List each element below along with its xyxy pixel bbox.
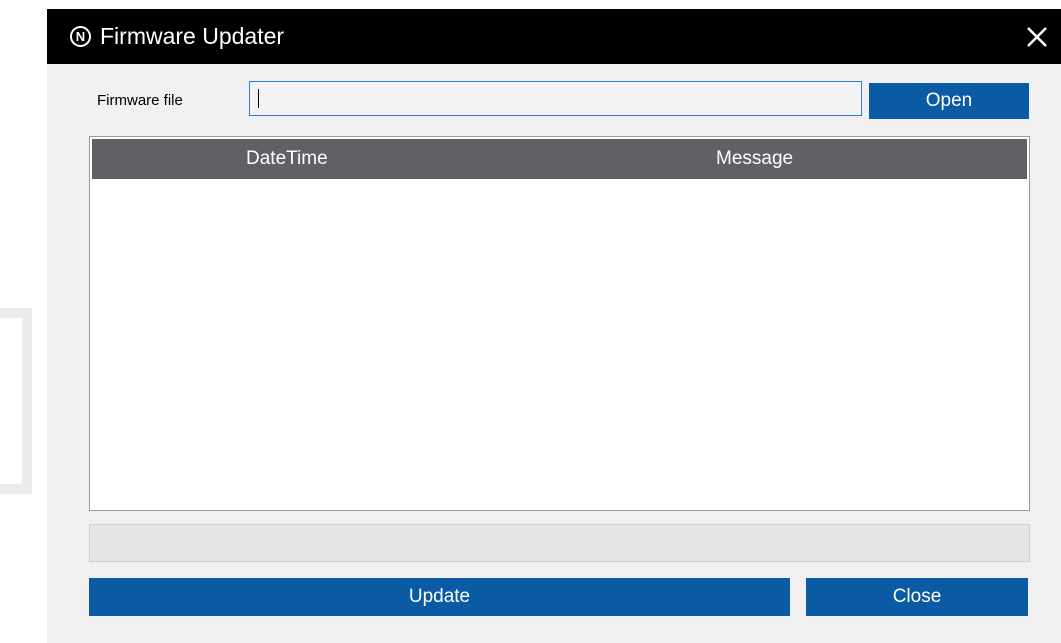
close-button[interactable]: Close bbox=[806, 578, 1028, 616]
window-title: Firmware Updater bbox=[100, 23, 285, 49]
progress-bar bbox=[89, 524, 1030, 562]
firmware-updater-window: N Firmware Updater Firmware file Open Da… bbox=[47, 9, 1061, 643]
title-bar[interactable]: N Firmware Updater bbox=[47, 9, 1061, 64]
firmware-file-label: Firmware file bbox=[97, 92, 183, 109]
firmware-file-input[interactable] bbox=[249, 81, 862, 116]
background-bracket-shape bbox=[0, 308, 32, 494]
column-header-datetime[interactable]: DateTime bbox=[246, 148, 328, 170]
app-logo-icon: N bbox=[70, 26, 91, 47]
app-logo-letter: N bbox=[75, 29, 86, 44]
open-button[interactable]: Open bbox=[869, 83, 1029, 119]
log-table-header: DateTime Message bbox=[92, 139, 1027, 179]
close-icon[interactable] bbox=[1025, 25, 1049, 49]
text-caret bbox=[258, 89, 259, 108]
column-header-message[interactable]: Message bbox=[716, 148, 793, 170]
update-button[interactable]: Update bbox=[89, 578, 790, 616]
log-table[interactable]: DateTime Message bbox=[89, 136, 1030, 511]
